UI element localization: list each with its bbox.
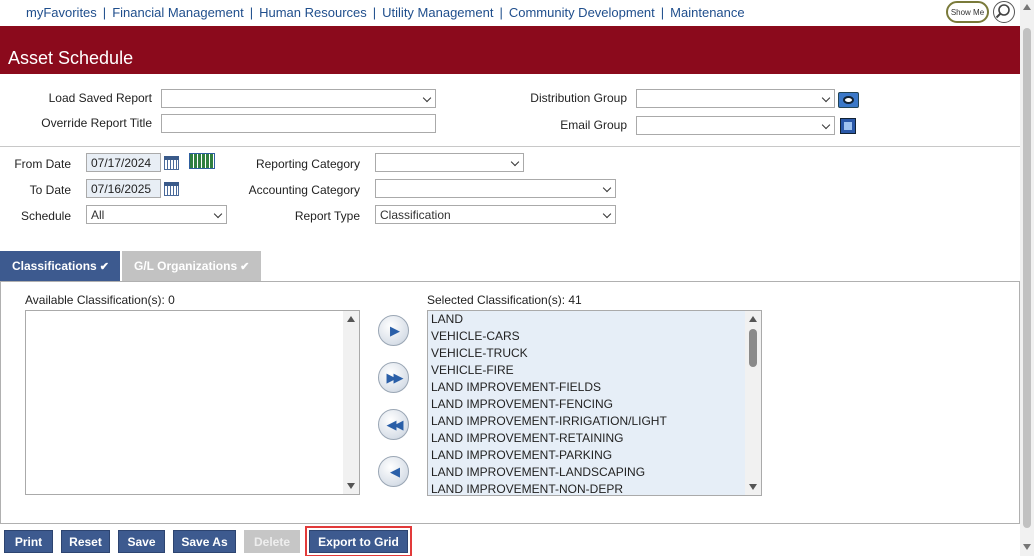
module-links: myFavorites | Financial Management | Human R…	[26, 5, 745, 20]
nav-separator: |	[102, 5, 107, 20]
distribution-group-label: Distribution Group	[530, 91, 627, 105]
chevron-down-icon	[821, 93, 831, 103]
print-button[interactable]: Print	[4, 530, 53, 553]
report-type-select[interactable]: Classification	[375, 205, 616, 224]
tab-gl-organizations[interactable]: G/L Organizations ✔	[122, 251, 261, 281]
scroll-up-icon[interactable]	[347, 316, 355, 322]
list-item[interactable]: LAND IMPROVEMENT-LANDSCAPING	[428, 464, 761, 481]
page-header: Asset Schedule	[0, 26, 1020, 74]
chevron-down-icon	[213, 209, 223, 219]
email-group-label: Email Group	[560, 118, 627, 132]
scroll-down-icon[interactable]	[347, 483, 355, 489]
search-icon[interactable]	[993, 1, 1015, 23]
reporting-category-select[interactable]	[375, 153, 524, 172]
list-scrollbar[interactable]	[745, 311, 761, 495]
date-range-calendar-icon[interactable]	[189, 153, 215, 169]
scrollbar-thumb[interactable]	[1023, 28, 1031, 528]
tab-label: Classifications	[12, 259, 97, 273]
nav-link-human-resources[interactable]: Human Resources	[259, 5, 367, 20]
chevron-down-icon	[602, 183, 612, 193]
nav-link-utility-management[interactable]: Utility Management	[382, 5, 493, 20]
nav-link-financial-management[interactable]: Financial Management	[112, 5, 244, 20]
page-scrollbar[interactable]	[1020, 0, 1034, 556]
override-report-title-label: Override Report Title	[41, 116, 152, 130]
move-right-button[interactable]: ▶	[378, 315, 409, 346]
move-left-button[interactable]: ◀	[378, 456, 409, 487]
from-date-label: From Date	[14, 157, 71, 171]
to-date-label: To Date	[29, 183, 71, 197]
calendar-icon[interactable]	[164, 182, 179, 196]
arrow-left-icon: ◀	[390, 463, 400, 479]
list-item[interactable]: VEHICLE-CARS	[428, 328, 761, 345]
schedule-select[interactable]: All	[86, 205, 227, 224]
accounting-category-label: Accounting Category	[248, 183, 360, 197]
tab-classifications[interactable]: Classifications ✔	[0, 251, 120, 281]
move-all-right-button[interactable]: ▶▶	[378, 362, 409, 393]
reset-button[interactable]: Reset	[61, 530, 110, 553]
list-item[interactable]: LAND IMPROVEMENT-PARKING	[428, 447, 761, 464]
page-title: Asset Schedule	[8, 48, 134, 68]
schedule-value: All	[91, 208, 105, 222]
list-item[interactable]: LAND	[428, 311, 761, 328]
check-icon: ✔	[99, 260, 109, 273]
distribution-group-select[interactable]	[636, 89, 835, 108]
tab-label: G/L Organizations	[134, 259, 238, 273]
save-as-button[interactable]: Save As	[173, 530, 236, 553]
nav-separator: |	[249, 5, 254, 20]
nav-link-community-development[interactable]: Community Development	[509, 5, 655, 20]
scroll-down-icon[interactable]	[1023, 544, 1031, 550]
delete-button: Delete	[244, 530, 300, 553]
list-item[interactable]: LAND IMPROVEMENT-FIELDS	[428, 379, 761, 396]
list-item[interactable]: VEHICLE-TRUCK	[428, 345, 761, 362]
email-group-select[interactable]	[636, 116, 835, 135]
load-saved-report-select[interactable]	[161, 89, 436, 108]
available-classifications-label: Available Classification(s): 0	[25, 293, 175, 307]
nav-separator: |	[499, 5, 503, 20]
move-all-left-button[interactable]: ◀◀	[378, 409, 409, 440]
scrollbar-thumb[interactable]	[749, 329, 757, 367]
arrow-right-icon: ▶	[390, 322, 400, 338]
accounting-category-select[interactable]	[375, 179, 616, 198]
selected-classifications-list[interactable]: LAND VEHICLE-CARS VEHICLE-TRUCK VEHICLE-…	[427, 310, 762, 496]
chevron-down-icon	[602, 209, 612, 219]
chevron-down-icon	[510, 157, 520, 167]
list-item[interactable]: LAND IMPROVEMENT-IRRIGATION/LIGHT	[428, 413, 761, 430]
from-date-input[interactable]: 07/17/2024	[86, 153, 161, 172]
top-nav: myFavorites | Financial Management | Human R…	[0, 0, 1020, 26]
save-button[interactable]: Save	[118, 530, 165, 553]
address-book-icon[interactable]	[840, 118, 856, 134]
double-arrow-left-icon: ◀◀	[386, 416, 404, 432]
calendar-icon[interactable]	[164, 156, 179, 170]
divider	[0, 146, 1020, 147]
show-me-button[interactable]: Show Me	[946, 1, 989, 23]
check-icon: ✔	[240, 260, 250, 273]
chevron-down-icon	[821, 120, 831, 130]
schedule-label: Schedule	[20, 209, 71, 223]
list-item[interactable]: LAND IMPROVEMENT-FENCING	[428, 396, 761, 413]
export-to-grid-button[interactable]: Export to Grid	[305, 526, 412, 556]
reporting-category-label: Reporting Category	[255, 157, 360, 171]
selected-classifications-label: Selected Classification(s): 41	[427, 293, 582, 307]
load-saved-report-label: Load Saved Report	[48, 91, 152, 105]
nav-separator: |	[372, 5, 377, 20]
to-date-input[interactable]: 07/16/2025	[86, 179, 161, 198]
view-distribution-group-icon[interactable]	[838, 92, 859, 108]
nav-link-maintenance[interactable]: Maintenance	[670, 5, 744, 20]
nav-link-myfavorites[interactable]: myFavorites	[26, 5, 97, 20]
override-report-title-input[interactable]	[161, 114, 436, 133]
list-scrollbar[interactable]	[343, 311, 359, 494]
nav-separator: |	[660, 5, 665, 20]
magnifier-icon	[995, 4, 1010, 19]
double-arrow-right-icon: ▶▶	[386, 369, 404, 385]
list-item[interactable]: LAND IMPROVEMENT-NON-DEPR	[428, 481, 761, 495]
scroll-up-icon[interactable]	[1023, 4, 1031, 10]
available-classifications-list[interactable]	[25, 310, 360, 495]
chevron-down-icon	[422, 93, 432, 103]
list-item[interactable]: VEHICLE-FIRE	[428, 362, 761, 379]
scroll-down-icon[interactable]	[749, 484, 757, 490]
report-type-value: Classification	[380, 208, 451, 222]
list-item[interactable]: LAND IMPROVEMENT-RETAINING	[428, 430, 761, 447]
scroll-up-icon[interactable]	[749, 316, 757, 322]
report-type-label: Report Type	[294, 209, 360, 223]
